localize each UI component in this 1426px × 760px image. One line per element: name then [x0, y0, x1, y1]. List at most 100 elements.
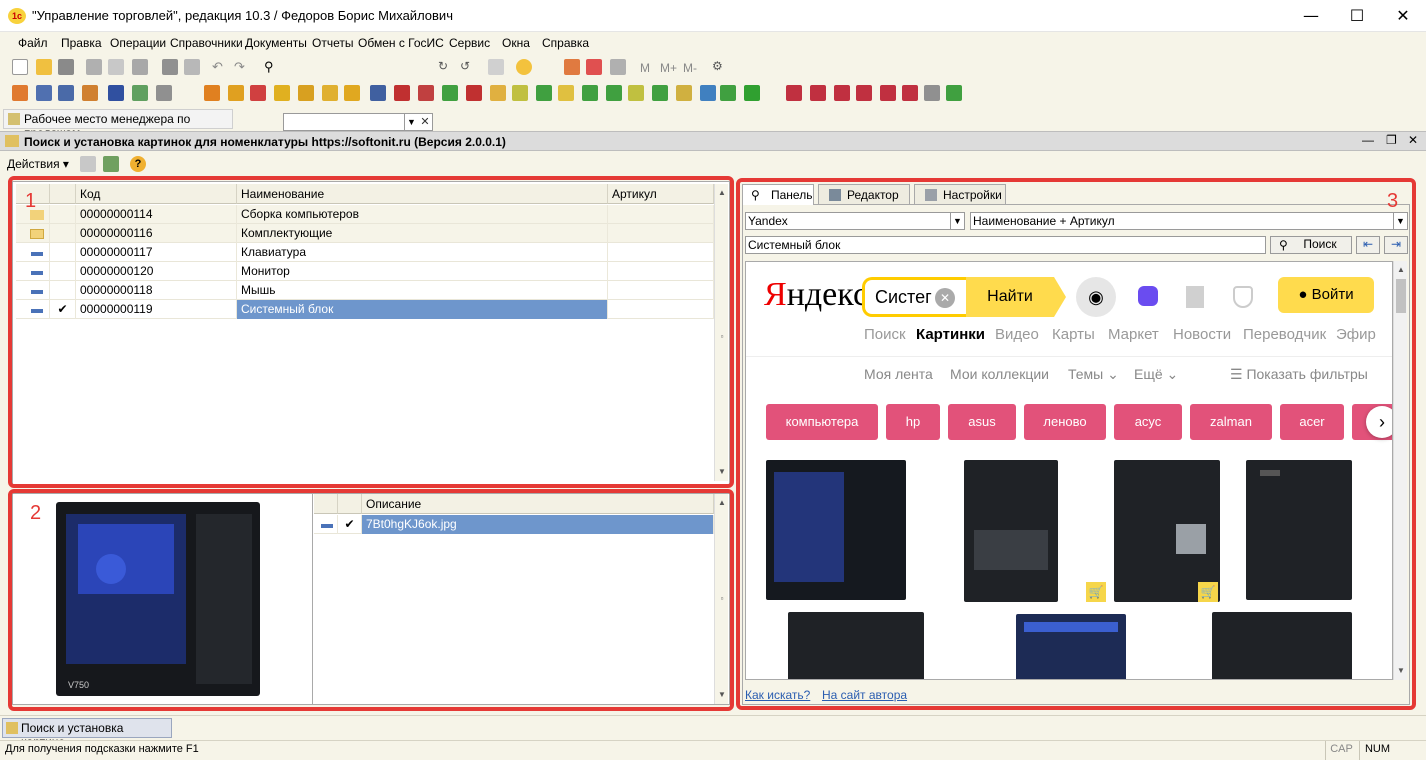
exch3-icon[interactable]: [834, 85, 850, 101]
redo-icon[interactable]: ↷: [234, 59, 250, 75]
payment-icon[interactable]: [274, 85, 290, 101]
exch2-icon[interactable]: [810, 85, 826, 101]
menu-exchange[interactable]: Обмен с ГосИС: [358, 36, 444, 50]
form-close-icon[interactable]: ✕: [1408, 133, 1418, 147]
window-taskbar: Поиск и установка картино...: [0, 715, 1426, 749]
menu-file[interactable]: Файл: [18, 36, 48, 50]
users-icon[interactable]: [108, 85, 124, 101]
menu-service[interactable]: Сервис: [449, 36, 490, 50]
calculator-icon[interactable]: [564, 59, 580, 75]
menu-windows[interactable]: Окна: [502, 36, 530, 50]
close-button[interactable]: ✕: [1380, 0, 1426, 32]
copy-icon[interactable]: [108, 59, 124, 75]
preview-icon[interactable]: [184, 59, 200, 75]
annotation-number-2: 2: [30, 502, 42, 524]
search-combo[interactable]: ▼ ✕: [283, 113, 433, 131]
approve-icon[interactable]: [536, 85, 552, 101]
actions-menu[interactable]: Действия ▾: [7, 157, 69, 171]
status-hint: Для получения подсказки нажмите F1: [5, 743, 199, 755]
cash-icon[interactable]: [82, 85, 98, 101]
sales-icon[interactable]: [204, 85, 220, 101]
bill-icon[interactable]: [558, 85, 574, 101]
exch4-icon[interactable]: [856, 85, 872, 101]
highlight-box-2: [8, 489, 734, 711]
receipt-icon[interactable]: [58, 85, 74, 101]
tools-icon[interactable]: ⚙: [712, 59, 728, 75]
load-icon[interactable]: [80, 156, 96, 172]
calendar-icon[interactable]: [586, 59, 602, 75]
form-icon: [6, 722, 18, 734]
reports-icon[interactable]: [156, 85, 172, 101]
open-icon[interactable]: [36, 59, 52, 75]
form-restore-icon[interactable]: ❐: [1386, 133, 1397, 147]
windows-icon[interactable]: [488, 59, 504, 75]
exch5-icon[interactable]: [880, 85, 896, 101]
form-minimize-icon[interactable]: —: [1362, 133, 1374, 147]
undo-icon[interactable]: ↶: [212, 59, 228, 75]
status-bar: Для получения подсказки нажмите F1 CAP N…: [0, 740, 1426, 760]
exch7-icon[interactable]: [924, 85, 940, 101]
correction-icon[interactable]: [466, 85, 482, 101]
menu-help[interactable]: Справка: [542, 36, 589, 50]
inventory-icon[interactable]: [418, 85, 434, 101]
help-icon[interactable]: ?: [130, 156, 146, 172]
pricelist-icon[interactable]: [512, 85, 528, 101]
contract-icon[interactable]: [628, 85, 644, 101]
form-actions-bar: Действия ▾ ?: [0, 152, 1426, 176]
exch6-icon[interactable]: [902, 85, 918, 101]
coins-icon[interactable]: [490, 85, 506, 101]
save-icon[interactable]: [58, 59, 74, 75]
clipboard-icon[interactable]: [610, 59, 626, 75]
annotation-number-1: 1: [25, 190, 37, 212]
menu-reports[interactable]: Отчеты: [312, 36, 353, 50]
add-doc-icon[interactable]: [582, 85, 598, 101]
memory-plus-icon[interactable]: M+: [660, 61, 677, 75]
search-icon[interactable]: ⚲: [264, 59, 280, 75]
menu-documents[interactable]: Документы: [245, 36, 307, 50]
exch1-icon[interactable]: [786, 85, 802, 101]
menu-catalogs[interactable]: Справочники: [170, 36, 243, 50]
find-prev-icon[interactable]: ↺: [460, 59, 476, 75]
return-icon[interactable]: [250, 85, 266, 101]
transfer-icon[interactable]: [370, 85, 386, 101]
highlight-box-1: [8, 176, 734, 488]
maximize-button[interactable]: ☐: [1334, 0, 1380, 32]
menu-operations[interactable]: Операции: [110, 36, 166, 50]
exch8-icon[interactable]: [946, 85, 962, 101]
memory-minus-icon[interactable]: M-: [683, 61, 697, 75]
money-icon[interactable]: [344, 85, 360, 101]
workspace-icon: [8, 113, 20, 125]
info-icon[interactable]: [516, 59, 532, 75]
import-icon[interactable]: [720, 85, 736, 101]
find-next-icon[interactable]: ↻: [438, 59, 454, 75]
report-doc-icon[interactable]: [676, 85, 692, 101]
stock-icon[interactable]: [322, 85, 338, 101]
goods-icon[interactable]: [132, 85, 148, 101]
clear-icon[interactable]: ✕: [418, 114, 432, 130]
workspace-button[interactable]: Рабочее место менеджера по продажам: [3, 109, 233, 140]
new-icon[interactable]: [12, 59, 28, 75]
form-icon: [5, 135, 19, 147]
menu-edit[interactable]: Правка: [61, 36, 102, 50]
actions-label: Действия: [7, 157, 60, 171]
purchase-icon[interactable]: [228, 85, 244, 101]
annotation-number-3: 3: [1387, 190, 1399, 212]
cut-icon[interactable]: [86, 59, 102, 75]
memory-icon[interactable]: M: [640, 61, 650, 75]
invoice-icon[interactable]: [36, 85, 52, 101]
chevron-down-icon[interactable]: ▼: [404, 114, 418, 130]
check-doc-icon[interactable]: [652, 85, 668, 101]
standard-toolbar: ↶ ↷ ⚲ ▼ ✕ ↻ ↺ M M+ M- ⚙: [0, 55, 1426, 131]
tag-icon[interactable]: [606, 85, 622, 101]
download-icon[interactable]: [103, 156, 119, 172]
print-icon[interactable]: [162, 59, 178, 75]
posting-icon[interactable]: [442, 85, 458, 101]
book-icon[interactable]: [744, 85, 760, 101]
order-icon[interactable]: [12, 85, 28, 101]
writeoff-icon[interactable]: [394, 85, 410, 101]
export-icon[interactable]: [700, 85, 716, 101]
minimize-button[interactable]: —: [1288, 0, 1334, 32]
taskbar-item[interactable]: Поиск и установка картино...: [2, 718, 172, 749]
shipment-icon[interactable]: [298, 85, 314, 101]
paste-icon[interactable]: [132, 59, 148, 75]
